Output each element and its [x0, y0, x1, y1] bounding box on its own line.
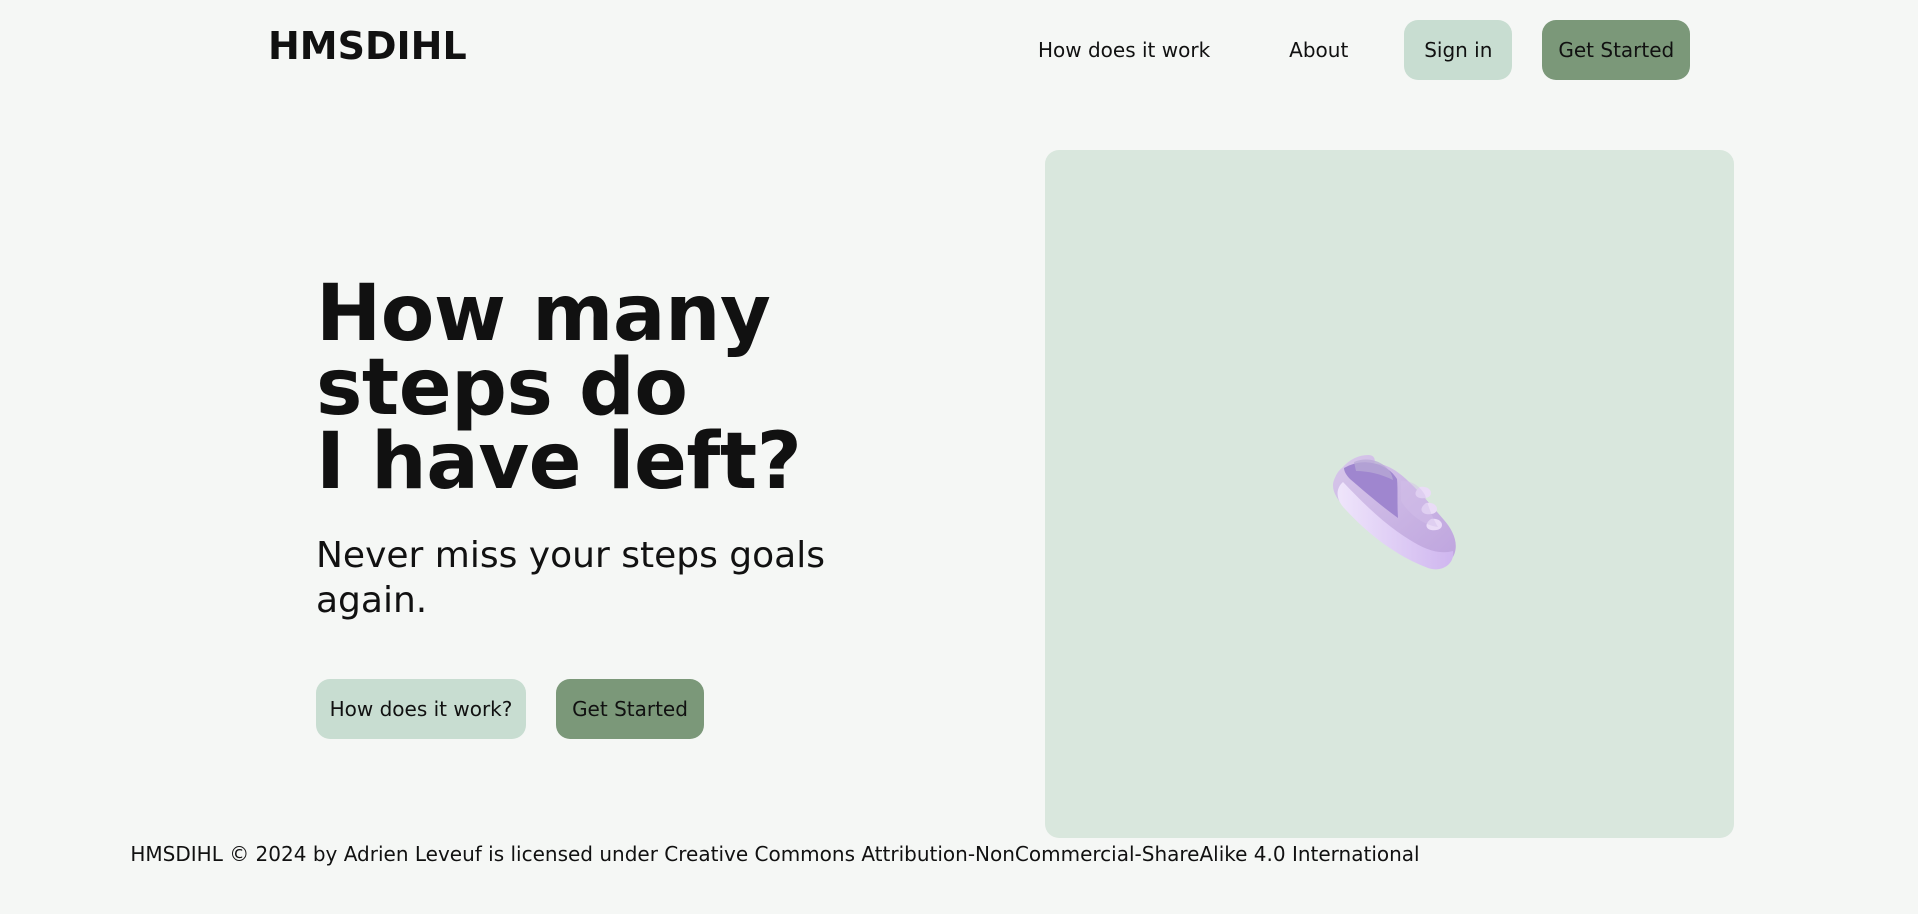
footer-license: HMSDIHL © 2024 by Adrien Leveuf is licen… [130, 842, 1420, 866]
top-nav: How does it work About Sign in Get Start… [1030, 20, 1691, 80]
sign-in-button[interactable]: Sign in [1404, 20, 1513, 80]
hero-get-started-button[interactable]: Get Started [556, 679, 704, 739]
hero-title: How many steps do I have left? [316, 269, 876, 507]
nav-how-it-works-link[interactable]: How does it work [1038, 38, 1210, 62]
nav-about-link[interactable]: About [1289, 38, 1348, 62]
get-started-button[interactable]: Get Started [1542, 20, 1691, 80]
hero-image-panel [1045, 150, 1734, 838]
hero-title-line-3: I have left? [316, 417, 802, 507]
hero-cta-group: How does it work? Get Started [316, 679, 704, 739]
hero-subtitle: Never miss your steps goals again. [316, 535, 825, 621]
brand-logo[interactable]: HMSDIHL [268, 24, 467, 68]
hero-title-line-1: How many [316, 269, 771, 359]
how-it-works-button[interactable]: How does it work? [316, 679, 526, 739]
hero-title-line-2: steps do [316, 343, 688, 433]
running-shoe-icon [1332, 455, 1456, 570]
